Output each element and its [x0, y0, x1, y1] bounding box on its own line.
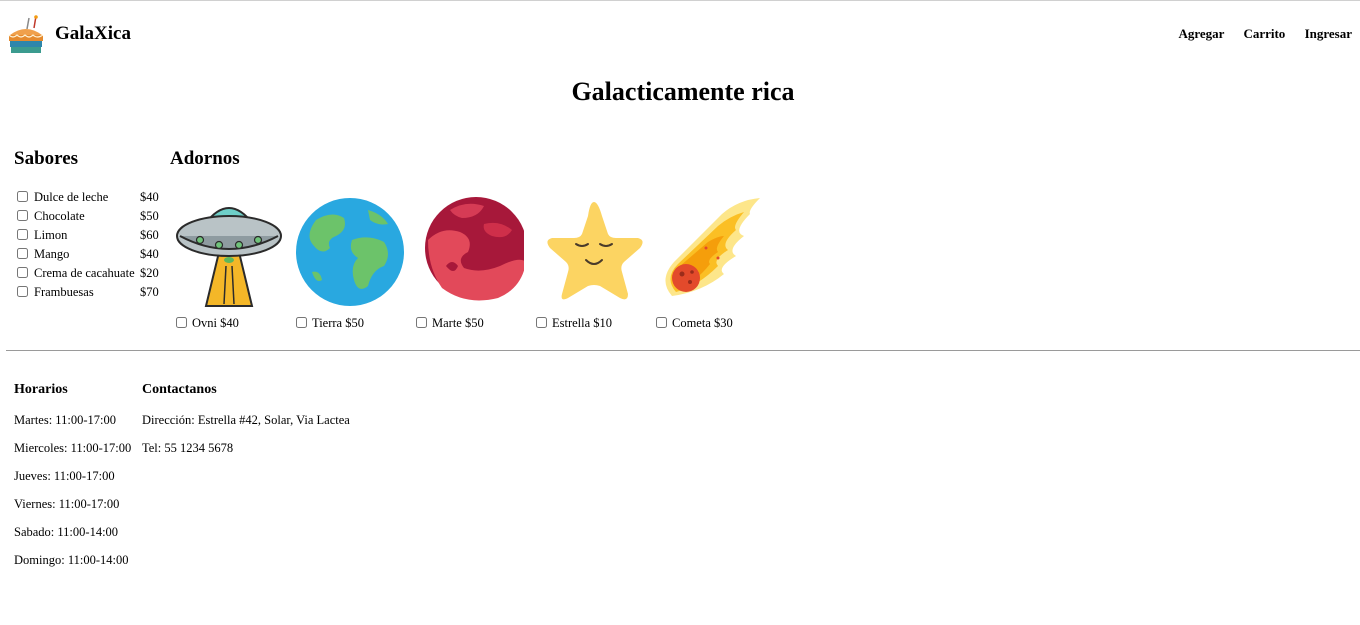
horario-line: Viernes: 11:00-17:00	[14, 497, 120, 511]
adorno-checkbox[interactable]	[656, 317, 667, 328]
flavor-item: Frambuesas $70	[14, 283, 164, 302]
adorno-checkbox[interactable]	[536, 317, 547, 328]
adorno-text: Ovni $40	[192, 316, 239, 330]
horario-line: Miercoles: 11:00-17:00	[14, 441, 132, 455]
adorno-cometa: Cometa $30	[650, 196, 770, 336]
adornos-heading: Adornos	[170, 148, 240, 169]
section-divider	[6, 350, 1360, 351]
flavor-checkbox[interactable]	[17, 210, 28, 221]
flavor-price: $50	[140, 209, 159, 223]
flavor-item: Dulce de leche $40	[14, 188, 164, 207]
adorno-label[interactable]: Tierra $50	[296, 316, 364, 331]
earth-icon	[296, 198, 404, 306]
star-icon	[547, 202, 643, 300]
flavor-name: Mango	[34, 247, 70, 261]
flavor-item: Crema de cacahuate $20	[14, 264, 164, 283]
adorno-estrella: Estrella $10	[530, 196, 650, 336]
horarios-section: Horarios Martes: 11:00-17:00 Miercoles: …	[14, 382, 131, 580]
flavor-price: $40	[140, 247, 159, 261]
flavor-checkbox[interactable]	[17, 286, 28, 297]
flavor-item: Chocolate $50	[14, 207, 164, 226]
contacto-section: Contactanos Dirección: Estrella #42, Sol…	[142, 382, 350, 468]
adorno-text: Marte $50	[432, 316, 484, 330]
adorno-checkbox[interactable]	[416, 317, 427, 328]
flavor-price: $40	[140, 190, 159, 204]
flavor-checkbox[interactable]	[17, 248, 28, 259]
horario-line: Martes: 11:00-17:00	[14, 413, 116, 427]
horarios-heading: Horarios	[14, 382, 68, 397]
adorno-checkbox[interactable]	[296, 317, 307, 328]
adorno-label[interactable]: Ovni $40	[176, 316, 239, 331]
comet-icon	[665, 198, 760, 296]
nav-agregar-link[interactable]: Agregar	[1178, 26, 1224, 41]
adorno-label[interactable]: Estrella $10	[536, 316, 612, 331]
adorno-text: Estrella $10	[552, 316, 613, 330]
nav-ingresar-link[interactable]: Ingresar	[1305, 26, 1352, 41]
horario-line: Jueves: 11:00-17:00	[14, 469, 115, 483]
flavor-item: Limon $60	[14, 226, 164, 245]
ufo-icon	[176, 207, 282, 307]
brand-name: GalaXica	[55, 23, 131, 44]
flavor-name: Dulce de leche	[34, 190, 109, 204]
adorno-marte: Marte $50	[410, 196, 530, 336]
adorno-text: Tierra $50	[312, 316, 364, 330]
adorno-ovni: Ovni $40	[170, 196, 290, 336]
flavor-price: $20	[140, 266, 159, 280]
page-title: Galacticamente rica	[571, 77, 795, 106]
contacto-heading: Contactanos	[142, 382, 217, 397]
direccion-text: Dirección: Estrella #42, Solar, Via Lact…	[142, 413, 350, 427]
main-nav: Agregar Carrito Ingresar	[1162, 26, 1352, 42]
horario-line: Domingo: 11:00-14:00	[14, 553, 129, 567]
adorno-label[interactable]: Marte $50	[416, 316, 484, 331]
sabores-heading: Sabores	[14, 148, 79, 169]
flavor-item: Mango $40	[14, 245, 164, 264]
flavor-name: Crema de cacahuate	[34, 266, 135, 280]
telefono-text: Tel: 55 1234 5678	[142, 441, 234, 455]
flavor-name: Limon	[34, 228, 68, 242]
adorno-tierra: Tierra $50	[290, 196, 410, 336]
mars-icon	[425, 197, 524, 301]
horario-line: Sabado: 11:00-14:00	[14, 525, 119, 539]
adorno-label[interactable]: Cometa $30	[656, 316, 733, 331]
flavor-price: $70	[140, 285, 159, 299]
flavor-checkbox[interactable]	[17, 191, 28, 202]
adorno-checkbox[interactable]	[176, 317, 187, 328]
site-header: GalaXica Agregar Carrito Ingresar	[0, 1, 1360, 63]
flavor-name: Frambuesas	[34, 285, 94, 299]
cake-icon	[8, 15, 44, 53]
nav-carrito-link[interactable]: Carrito	[1243, 26, 1285, 41]
flavor-name: Chocolate	[34, 209, 85, 223]
flavor-checkbox[interactable]	[17, 229, 28, 240]
flavor-price: $60	[140, 228, 159, 242]
flavor-checkbox[interactable]	[17, 267, 28, 278]
flavor-list: Dulce de leche $40 Chocolate $50 Limon $…	[14, 188, 164, 302]
adorno-text: Cometa $30	[672, 316, 733, 330]
